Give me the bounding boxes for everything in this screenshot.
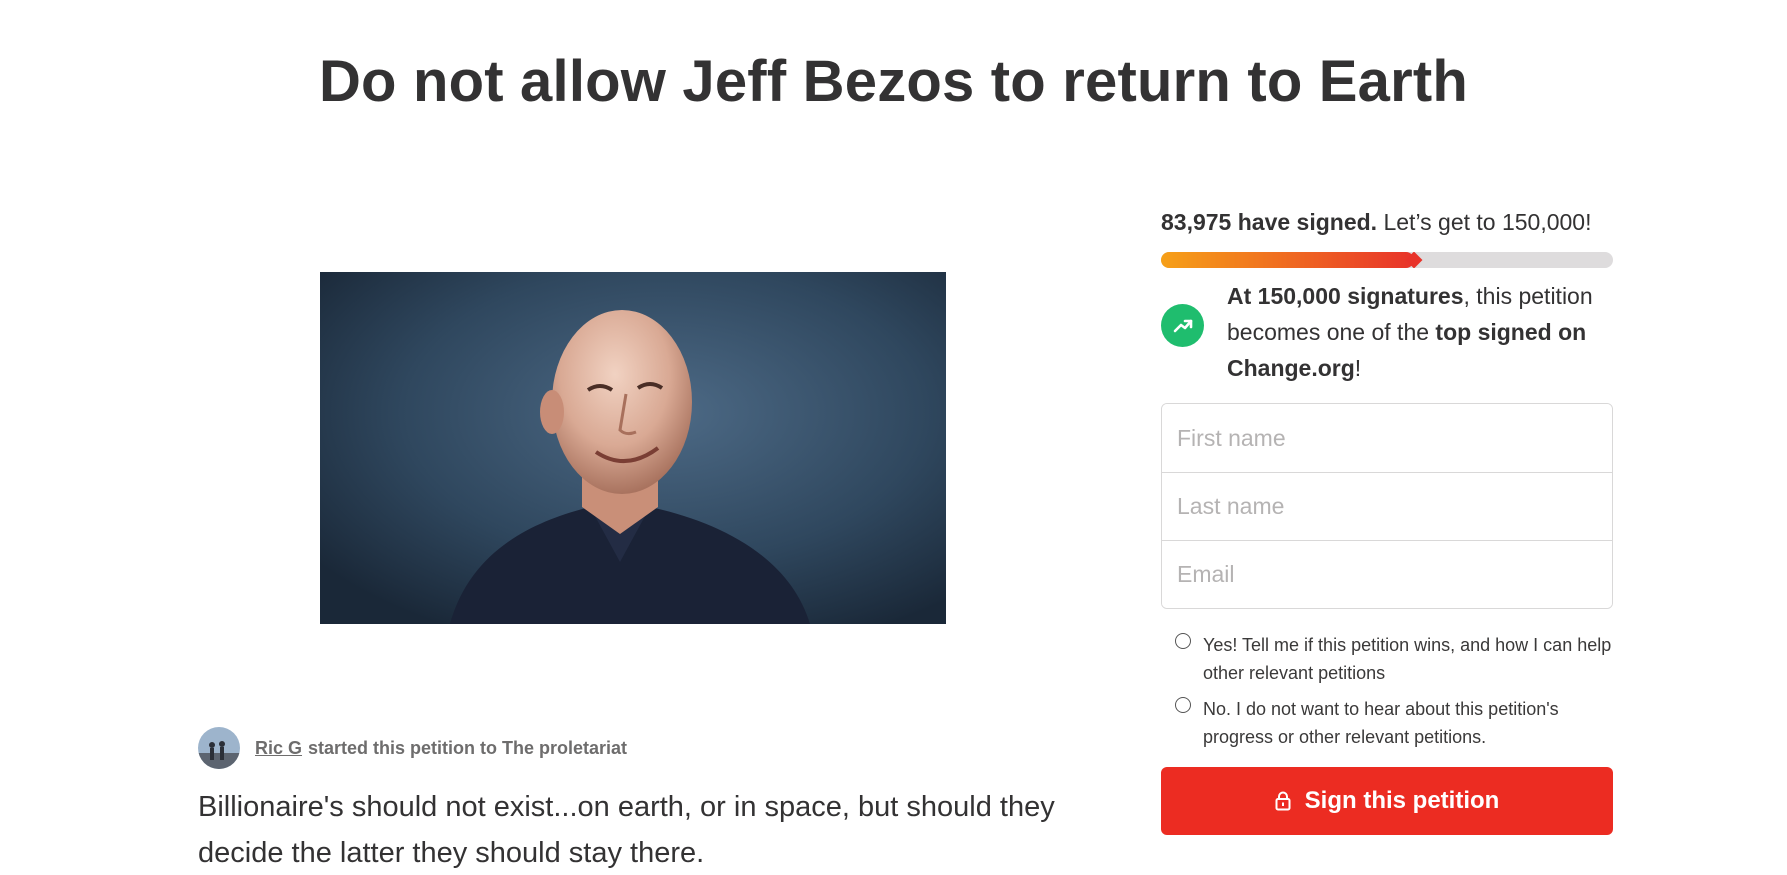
signature-count: 83,975 have signed. Let’s get to 150,000… [1161,205,1613,239]
milestone-text: At 150,000 signatures, this petition bec… [1227,278,1613,386]
starter-name-link[interactable]: Ric G [255,738,302,759]
starter-avatar[interactable] [198,727,240,769]
sign-button-label: Sign this petition [1304,787,1500,814]
avatar-image [198,727,240,769]
signature-progress-fill [1161,252,1415,268]
radio-yes[interactable] [1175,633,1191,649]
petition-page: Do not allow Jeff Bezos to return to Ear… [0,0,1787,875]
email-input[interactable] [1162,540,1612,608]
milestone-callout: At 150,000 signatures, this petition bec… [1161,278,1613,386]
notification-options: Yes! Tell me if this petition wins, and … [1161,631,1613,751]
signed-count-text: 83,975 have signed. [1161,209,1378,235]
sign-petition-button[interactable]: Sign this petition [1161,767,1613,835]
sign-panel: 83,975 have signed. Let’s get to 150,000… [1161,205,1613,835]
petition-title: Do not allow Jeff Bezos to return to Ear… [318,49,1469,114]
option-no-label: No. I do not want to hear about this pet… [1203,699,1559,747]
milestone-text-2: ! [1354,355,1362,381]
option-yes-label: Yes! Tell me if this petition wins, and … [1203,635,1612,683]
last-name-input[interactable] [1162,472,1612,540]
starter-text: started this petition to The proletariat [308,737,628,758]
petition-starter: Ric G started this petition to The prole… [198,727,627,769]
radio-no[interactable] [1175,697,1191,713]
signature-progress-bar [1161,252,1613,268]
option-no[interactable]: No. I do not want to hear about this pet… [1175,695,1613,751]
petition-photo [320,272,946,624]
trending-up-icon [1161,304,1204,347]
lock-icon [1275,791,1291,811]
portrait-illustration [320,272,946,624]
milestone-bold-1: At 150,000 signatures [1227,283,1464,309]
signature-form [1161,403,1613,609]
option-yes[interactable]: Yes! Tell me if this petition wins, and … [1175,631,1613,687]
petition-description: Billionaire's should not exist...on eart… [198,791,1055,869]
first-name-input[interactable] [1162,404,1612,472]
goal-text: Let’s get to 150,000! [1383,209,1592,235]
